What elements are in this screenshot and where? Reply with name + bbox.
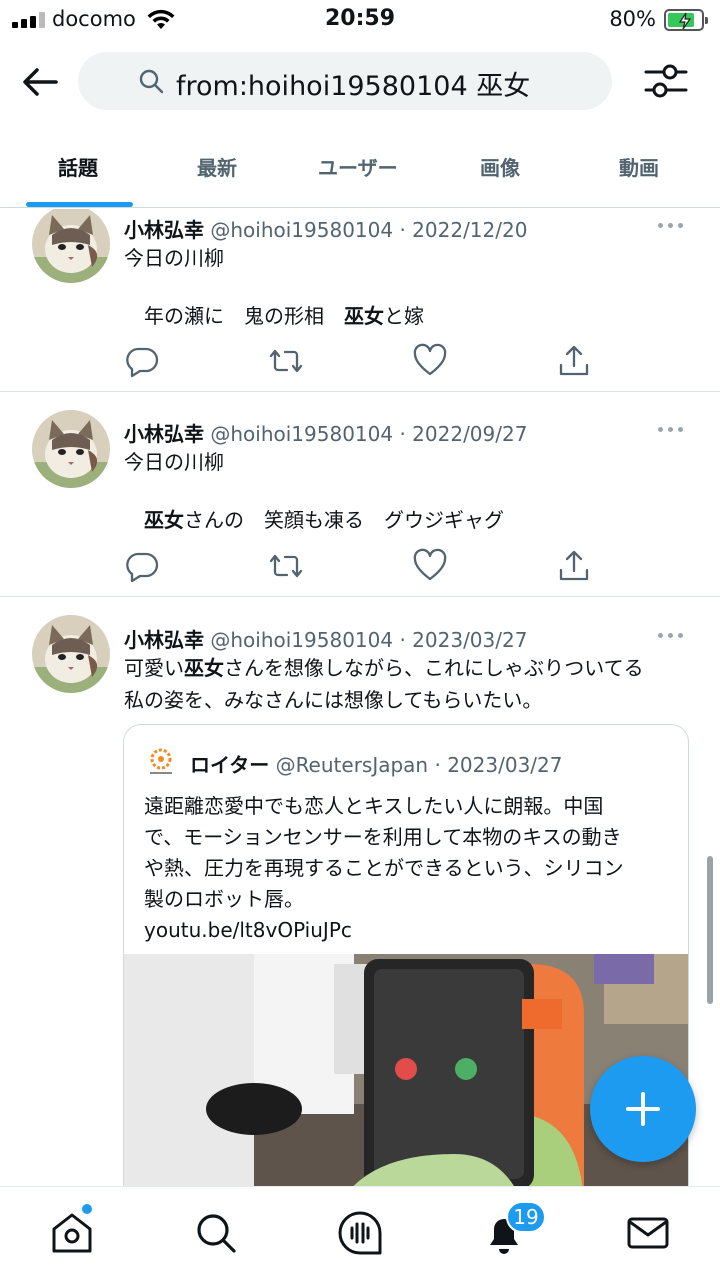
retweet-icon[interactable] <box>268 548 304 584</box>
tab-videos[interactable]: 動画 <box>619 152 659 181</box>
like-icon[interactable] <box>412 548 448 584</box>
tweet-text-line: 年の瀬に 鬼の形相 巫女と嫁 <box>144 304 424 328</box>
display-name: 小林弘幸 <box>124 628 204 652</box>
tweet-date: 2023/03/27 <box>412 628 528 652</box>
share-icon[interactable] <box>556 548 592 584</box>
scrollbar[interactable] <box>707 856 713 1004</box>
unread-indicator-dot <box>82 1204 92 1214</box>
messages-icon[interactable] <box>624 1209 672 1257</box>
search-input[interactable]: from:hoihoi19580104 巫女 <box>78 52 612 110</box>
avatar[interactable] <box>32 410 110 488</box>
battery-percentage: 80% <box>609 7 656 31</box>
tweet-actions <box>124 343 604 379</box>
reuters-logo <box>150 748 172 774</box>
tweet-date: 2022/12/20 <box>412 218 528 242</box>
tweet[interactable]: 小林弘幸 @hoihoi19580104 · 2022/12/20 今日の川柳 … <box>0 209 720 392</box>
tweet-text-line: 可愛い巫女さんを想像しながら、これにしゃぶりついてる <box>124 656 644 680</box>
compose-tweet-button[interactable] <box>590 1056 696 1162</box>
search-query: from:hoihoi19580104 巫女 <box>176 71 531 102</box>
username: @hoihoi19580104 <box>210 422 394 446</box>
search-icon[interactable] <box>192 1209 240 1257</box>
status-bar: docomo 20:59 80% <box>0 0 720 40</box>
retweet-icon[interactable] <box>268 343 304 379</box>
like-icon[interactable] <box>412 343 448 379</box>
search-icon <box>139 69 164 94</box>
quoted-tweet-header: ロイター @ReutersJapan · 2023/03/27 <box>190 753 563 777</box>
tweet-header: 小林弘幸 @hoihoi19580104 · 2022/12/20 <box>124 218 528 242</box>
more-options-icon[interactable] <box>656 630 686 640</box>
tweet-date: 2022/09/27 <box>412 422 528 446</box>
bottom-navigation <box>0 1186 720 1280</box>
notification-badge: 19 <box>506 1201 546 1233</box>
avatar[interactable] <box>32 615 110 693</box>
back-arrow-icon[interactable] <box>18 60 62 104</box>
username: @hoihoi19580104 <box>210 218 394 242</box>
search-tabs: 話題 最新 ユーザー 画像 動画 <box>0 140 720 208</box>
active-tab-indicator <box>26 202 133 207</box>
search-settings-icon[interactable] <box>642 58 690 104</box>
more-options-icon[interactable] <box>656 220 686 230</box>
avatar[interactable] <box>32 209 110 283</box>
tweet-header: 小林弘幸 @hoihoi19580104 · 2022/09/27 <box>124 422 528 446</box>
tweet-header: 小林弘幸 @hoihoi19580104 · 2023/03/27 <box>124 628 528 652</box>
display-name: 小林弘幸 <box>124 422 204 446</box>
tweet-text-line: 巫女さんの 笑顔も凍る グウジギャグ <box>144 508 504 532</box>
quoted-tweet-date: 2023/03/27 <box>447 753 563 777</box>
display-name: 小林弘幸 <box>124 218 204 242</box>
tweet[interactable]: 小林弘幸 @hoihoi19580104 · 2022/09/27 今日の川柳 … <box>0 393 720 597</box>
tab-top[interactable]: 話題 <box>58 152 98 181</box>
tab-latest[interactable]: 最新 <box>197 152 237 181</box>
tweet-actions <box>124 548 604 584</box>
spaces-icon[interactable] <box>336 1209 384 1257</box>
search-results: 小林弘幸 @hoihoi19580104 · 2022/12/20 今日の川柳 … <box>0 209 720 1186</box>
tweet-text-line: 今日の川柳 <box>124 246 224 270</box>
quoted-display-name: ロイター <box>190 753 270 777</box>
share-icon[interactable] <box>556 343 592 379</box>
more-options-icon[interactable] <box>656 424 686 434</box>
tab-people[interactable]: ユーザー <box>318 152 398 181</box>
battery-icon <box>664 9 708 31</box>
reply-icon[interactable] <box>124 548 160 584</box>
tweet-text-line: 今日の川柳 <box>124 450 224 474</box>
search-header: from:hoihoi19580104 巫女 <box>0 40 720 122</box>
home-icon[interactable] <box>48 1209 96 1257</box>
quoted-tweet-video-thumbnail[interactable] <box>124 954 688 1186</box>
plus-icon <box>626 1092 660 1126</box>
tweet-text-line: 私の姿を、みなさんには想像してもらいたい。 <box>124 688 543 712</box>
quoted-username: @ReutersJapan <box>275 753 429 777</box>
quoted-tweet-text: 遠距離恋愛中でも恋人とキスしたい人に朗報。中国 で、モーションセンサーを利用して… <box>144 794 624 942</box>
username: @hoihoi19580104 <box>210 628 394 652</box>
tab-photos[interactable]: 画像 <box>480 152 520 181</box>
reply-icon[interactable] <box>124 343 160 379</box>
